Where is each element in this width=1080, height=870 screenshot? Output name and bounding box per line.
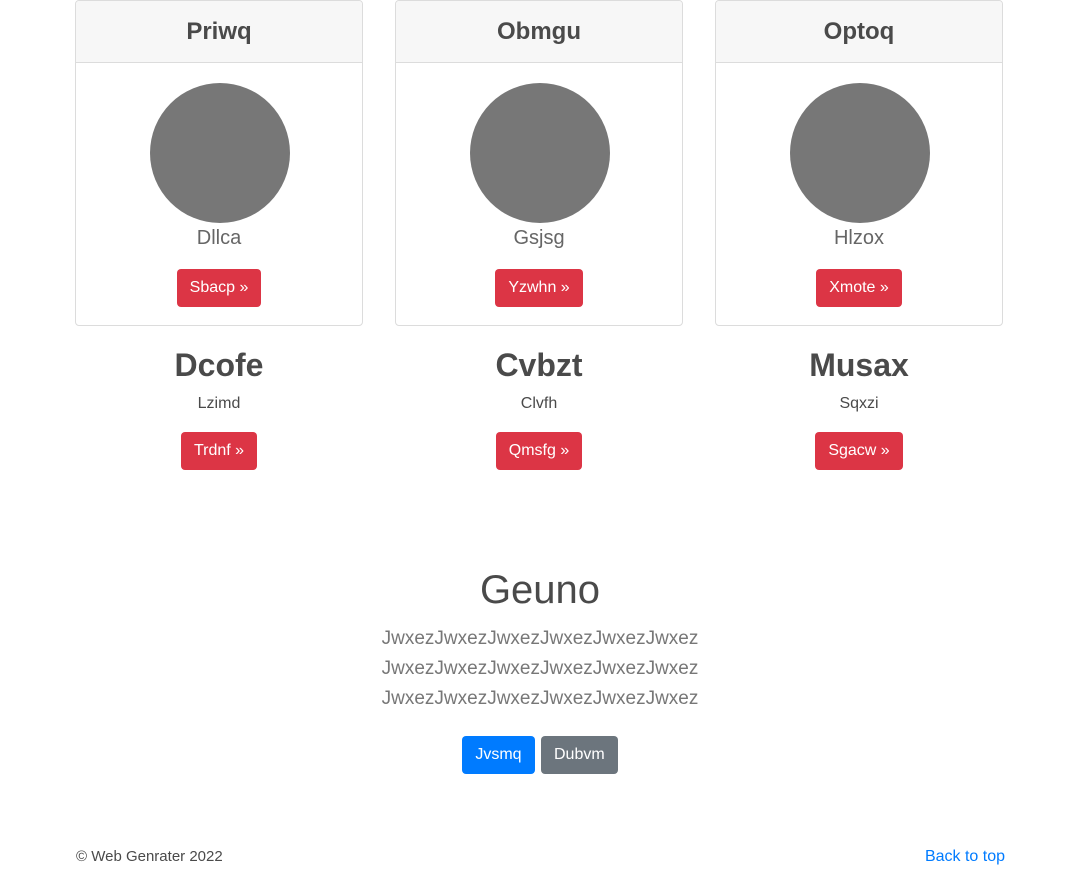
back-to-top-link[interactable]: Back to top [925,848,1005,866]
column-button[interactable]: Trdnf » [180,432,258,470]
column-button-wrap: Sgacw » [715,432,1003,470]
column-title: Dcofe [174,347,264,383]
avatar-placeholder [470,83,610,223]
hero-lead: JwxezJwxezJwxezJwxezJwxezJwxez JwxezJwxe… [381,628,699,709]
avatar-placeholder [790,83,930,223]
card-button-wrap: Sbacp » [76,269,362,307]
column-button-wrap: Trdnf » [75,432,363,470]
card-button[interactable]: Xmote » [816,269,902,307]
column-text: Lzimd [197,395,241,412]
column-title: Cvbzt [495,347,583,383]
feature-column-3: Musax Sqxzi Sgacw » [715,342,1003,470]
card-name: Gsjsg [513,227,565,249]
card-button-wrap: Xmote » [716,269,1002,307]
hero-section: Geuno JwxezJwxezJwxezJwxezJwxezJwxez Jwx… [0,562,1080,774]
column-text: Clvfh [520,395,558,412]
card-name: Dllca [196,227,242,249]
card-header: Obmgu [396,1,682,63]
card-button-wrap: Yzwhn » [396,269,682,307]
card-name: Hlzox [833,227,884,249]
column-text: Sqxzi [839,395,879,412]
column-button[interactable]: Sgacw » [815,432,903,470]
page: Priwq Dllca Sbacp » Obmgu Gsjsg Yzwhn » … [0,0,1080,870]
hero-buttons: Jvsmq Dubvm [0,736,1080,774]
card-header: Priwq [76,1,362,63]
pricing-card-1: Priwq Dllca Sbacp » [75,0,363,326]
column-button-wrap: Qmsfg » [395,432,683,470]
pricing-card-3: Optoq Hlzox Xmote » [715,0,1003,326]
pricing-card-2: Obmgu Gsjsg Yzwhn » [395,0,683,326]
card-header: Optoq [716,1,1002,63]
feature-column-2: Cvbzt Clvfh Qmsfg » [395,342,683,470]
secondary-button[interactable]: Dubvm [541,736,618,774]
column-title: Musax [809,347,909,383]
hero-title: Geuno [479,568,601,612]
feature-column-1: Dcofe Lzimd Trdnf » [75,342,363,470]
footer-copyright: © Web Genrater 2022 [76,848,223,865]
column-button[interactable]: Qmsfg » [495,432,583,470]
primary-button[interactable]: Jvsmq [462,736,535,774]
card-button[interactable]: Yzwhn » [495,269,583,307]
card-button[interactable]: Sbacp » [176,269,262,307]
avatar-placeholder [150,83,290,223]
